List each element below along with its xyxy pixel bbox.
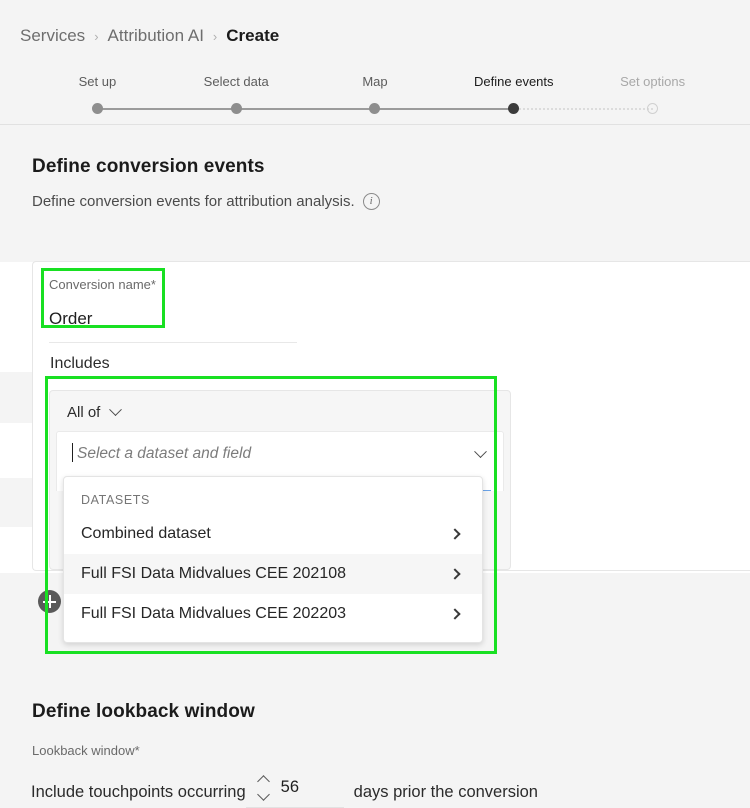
conversion-name-label: Conversion name* [49, 277, 156, 292]
breadcrumb-item-create: Create [226, 26, 280, 45]
step-connector [236, 108, 375, 110]
header-divider [0, 124, 750, 125]
step-label: Map [362, 74, 388, 89]
chevron-up-icon[interactable] [256, 775, 270, 788]
step-set-up[interactable]: Set up [28, 74, 237, 114]
dropdown-item-label: Full FSI Data Midvalues CEE 202203 [81, 605, 347, 622]
dropdown-item-full-fsi-202203[interactable]: Full FSI Data Midvalues CEE 202203 [64, 594, 482, 634]
lookback-prefix-text: Include touchpoints occurring [31, 782, 246, 801]
conversion-name-field[interactable]: Conversion name* Order [33, 262, 750, 329]
lookback-field-label: Lookback window* [32, 743, 140, 758]
step-connector [374, 108, 514, 110]
dataset-dropdown-menu: DATASETS Combined dataset Full FSI Data … [63, 476, 483, 643]
section-description: Define conversion events for attribution… [32, 193, 718, 210]
info-icon[interactable]: i [362, 193, 380, 210]
breadcrumb: Services › Attribution AI › Create [0, 0, 750, 52]
step-label: Define events [474, 74, 554, 89]
step-dot [647, 103, 659, 114]
group-operator-select[interactable]: All of [50, 391, 510, 421]
breadcrumb-separator-icon: › [212, 28, 218, 44]
step-connector [513, 108, 653, 110]
step-dot [91, 103, 103, 114]
dropdown-section-header: DATASETS [81, 493, 150, 507]
group-operator-label: All of [67, 404, 101, 422]
dropdown-item-label: Full FSI Data Midvalues CEE 202108 [81, 565, 347, 582]
breadcrumb-item-attribution-ai[interactable]: Attribution AI [108, 26, 204, 46]
dropdown-item-combined-dataset[interactable]: Combined dataset [64, 514, 482, 554]
breadcrumb-separator-icon: › [94, 28, 99, 44]
chevron-right-icon [449, 608, 461, 620]
dataset-field-placeholder: Select a dataset and field [72, 443, 251, 463]
section-description-text: Define conversion events for attribution… [32, 193, 355, 210]
step-dot [369, 103, 381, 114]
chevron-down-icon[interactable] [256, 788, 270, 801]
dropdown-item-label: Combined dataset [81, 525, 211, 542]
lookback-suffix-text: days prior the conversion [353, 782, 538, 801]
includes-label: Includes [50, 355, 110, 373]
chevron-right-icon [449, 568, 461, 580]
combobox-input-row[interactable]: Select a dataset and field [71, 443, 489, 472]
add-condition-button[interactable] [38, 590, 61, 613]
lookback-row: Include touchpoints occurring 56 days pr… [31, 775, 750, 808]
step-connector [97, 108, 237, 110]
lookback-title: Define lookback window [32, 701, 255, 722]
chevron-down-icon[interactable] [474, 445, 487, 458]
lookback-days-stepper[interactable]: 56 [245, 775, 344, 808]
define-lookback-window-section: Define lookback window Lookback window* … [0, 670, 750, 808]
conversion-name-value[interactable]: Order [49, 309, 750, 329]
chevron-right-icon [449, 528, 461, 540]
lookback-days-value[interactable]: 56 [281, 778, 299, 797]
page-title: Define conversion events [32, 156, 265, 177]
breadcrumb-item-services[interactable]: Services [20, 26, 85, 46]
define-conversion-events-section: Define conversion events Define conversi… [0, 156, 750, 210]
step-label: Select data [203, 74, 269, 89]
chevron-down-icon [109, 403, 123, 417]
text-caret [72, 443, 74, 463]
step-dot [508, 103, 520, 114]
dropdown-item-full-fsi-202108[interactable]: Full FSI Data Midvalues CEE 202108 [64, 554, 482, 594]
step-label: Set options [620, 74, 686, 89]
stepper-arrows[interactable] [256, 775, 270, 801]
progress-stepper: Set up Select data Map Define events Set… [0, 52, 750, 124]
step-label: Set up [78, 74, 117, 89]
step-dot [230, 103, 242, 114]
